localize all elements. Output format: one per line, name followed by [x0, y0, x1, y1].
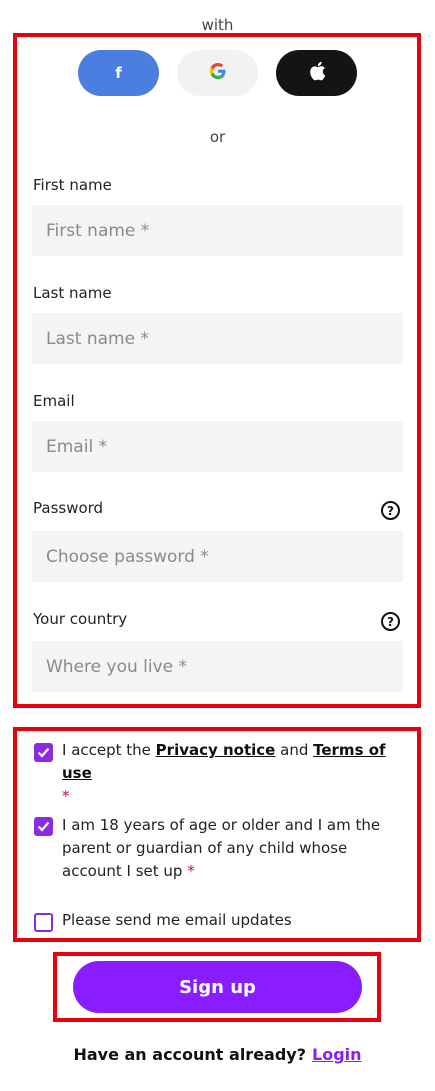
google-icon	[208, 61, 228, 85]
country-help-icon[interactable]: ?	[381, 612, 400, 631]
or-divider-text: or	[209, 128, 226, 146]
footer-login-prompt: Have an account already? Login	[0, 1045, 435, 1064]
facebook-login-button[interactable]: f	[78, 50, 159, 96]
signup-button[interactable]: Sign up	[73, 961, 362, 1013]
last-name-input[interactable]	[32, 313, 403, 364]
have-account-text: Have an account already?	[73, 1045, 307, 1064]
last-name-label: Last name	[33, 284, 112, 302]
required-mark: *	[187, 862, 195, 880]
password-label: Password	[33, 499, 104, 517]
email-updates-checkbox[interactable]	[34, 913, 53, 932]
privacy-consent-text: I accept the Privacy notice and Terms of…	[62, 739, 402, 808]
email-label: Email	[33, 392, 75, 410]
privacy-text-mid: and	[275, 741, 314, 759]
country-label: Your country	[33, 610, 128, 628]
with-text: with	[201, 16, 234, 34]
required-mark: *	[62, 787, 70, 805]
apple-icon	[308, 61, 326, 85]
google-login-button[interactable]	[177, 50, 258, 96]
apple-login-button[interactable]	[276, 50, 357, 96]
age-consent-label: I am 18 years of age or older and I am t…	[62, 816, 381, 880]
first-name-label: First name	[33, 176, 112, 194]
privacy-checkbox[interactable]	[34, 743, 53, 762]
checkmark-icon	[37, 821, 50, 832]
first-name-input[interactable]	[32, 205, 403, 256]
checkmark-icon	[37, 747, 50, 758]
email-input[interactable]	[32, 421, 403, 472]
country-input[interactable]	[32, 641, 403, 692]
privacy-text-before: I accept the	[62, 741, 156, 759]
email-updates-text: Please send me email updates	[62, 911, 292, 929]
age-checkbox[interactable]	[34, 817, 53, 836]
password-input[interactable]	[32, 531, 403, 582]
facebook-icon: f	[115, 64, 122, 82]
privacy-notice-link[interactable]: Privacy notice	[156, 741, 276, 759]
password-help-icon[interactable]: ?	[381, 501, 400, 520]
age-consent-text: I am 18 years of age or older and I am t…	[62, 814, 402, 883]
login-link[interactable]: Login	[312, 1045, 362, 1064]
